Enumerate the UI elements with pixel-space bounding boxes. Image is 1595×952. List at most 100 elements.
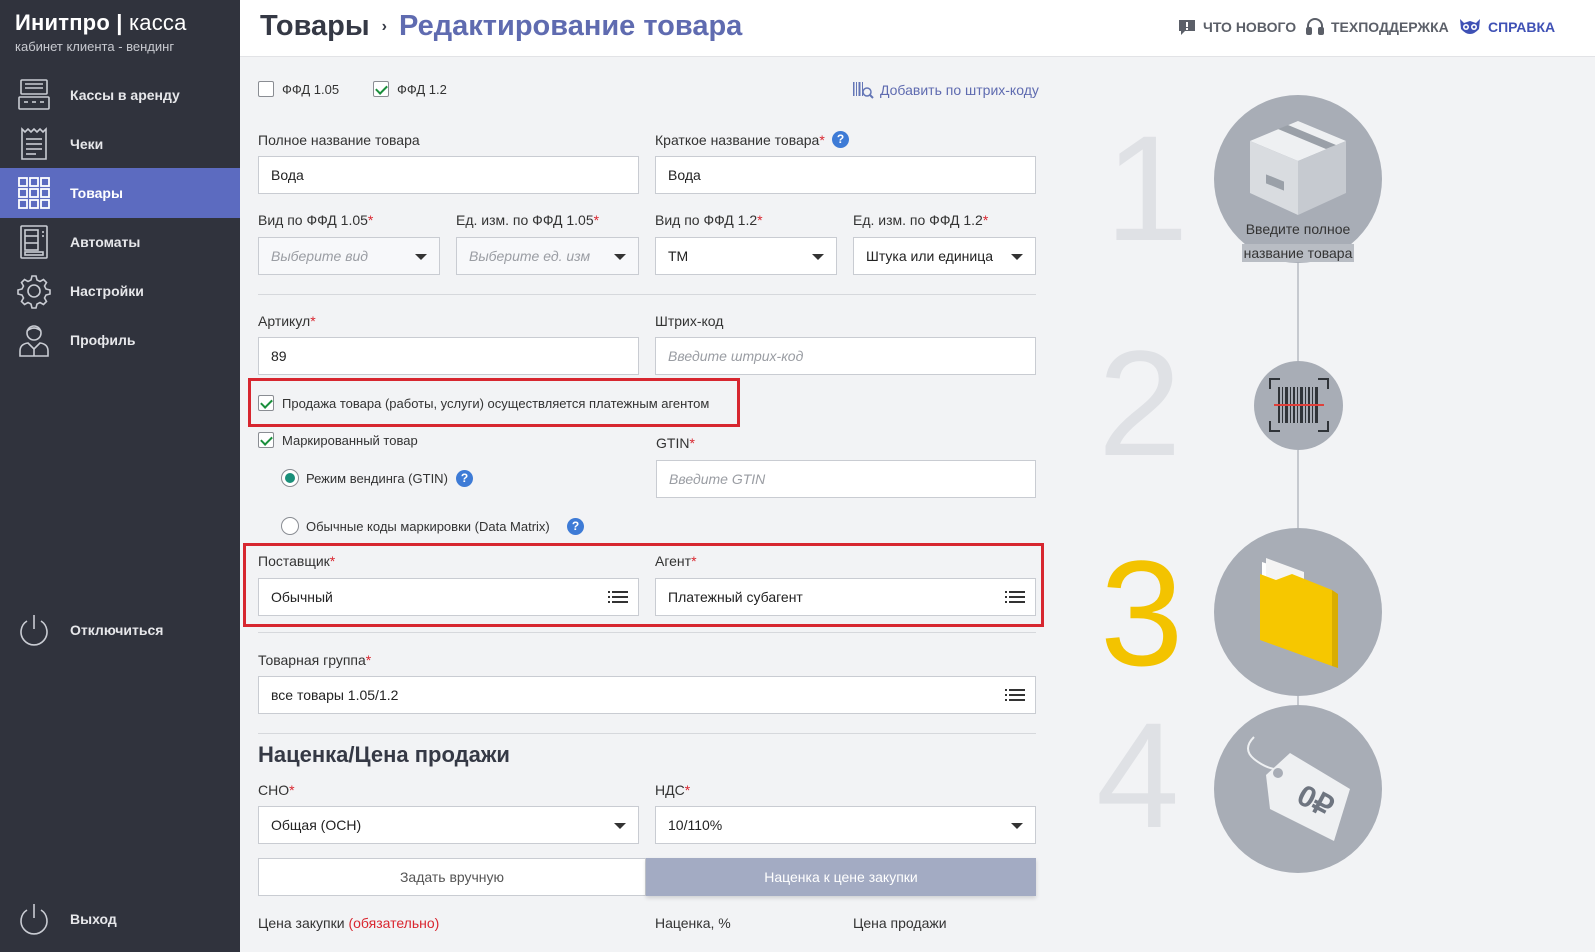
list-icon[interactable]	[1005, 590, 1025, 604]
brand: Инитпро | касса кабинет клиента - вендин…	[15, 10, 187, 54]
agent-label-text: Агент	[655, 553, 692, 569]
brand-logo[interactable]: Инитпро | касса	[15, 10, 187, 36]
required-mark: *	[593, 212, 600, 228]
list-icon[interactable]	[1005, 688, 1025, 702]
kind-105-select[interactable]: Выберите вид	[258, 237, 440, 275]
sidebar-item-label: Кассы в аренду	[70, 87, 180, 103]
sidebar: Инитпро | касса кабинет клиента - вендин…	[0, 0, 240, 952]
step-1-caption-line2: название товара	[1241, 244, 1355, 262]
short-name-help-icon[interactable]: ?	[832, 131, 849, 148]
cash-register-icon	[18, 79, 50, 110]
brand-product: касса	[128, 10, 187, 35]
unit-105-label: Ед. изм. по ФФД 1.05*	[456, 212, 599, 228]
required-mark: *	[365, 652, 372, 668]
breadcrumb-separator: ›	[381, 18, 387, 35]
nds-label: НДС*	[655, 782, 690, 798]
breadcrumb: Товары › Редактирование товара	[260, 10, 742, 43]
support-link[interactable]: ТЕХПОДДЕРЖКА	[1305, 17, 1449, 37]
chevron-down-icon	[1011, 823, 1023, 829]
nds-label-text: НДС	[655, 782, 685, 798]
brand-name: Инитпро	[15, 10, 110, 35]
vending-mode-radio[interactable]	[281, 469, 299, 487]
required-mark: *	[819, 132, 825, 148]
datamatrix-help-icon[interactable]: ?	[567, 518, 584, 535]
vending-machine-icon	[20, 225, 48, 259]
app-root: Инитпро | касса кабинет клиента - вендин…	[0, 0, 1595, 952]
sno-select[interactable]: Общая (ОСН)	[258, 806, 639, 844]
sidebar-item-machines[interactable]: Автоматы	[0, 217, 240, 267]
list-icon[interactable]	[608, 590, 628, 604]
chevron-down-icon	[1011, 254, 1023, 260]
article-label: Артикул*	[258, 313, 316, 329]
step-1-caption-line1: Введите полное	[1245, 221, 1351, 237]
barcode-icon	[1269, 378, 1329, 432]
required-mark: *	[982, 212, 989, 228]
user-icon	[19, 325, 49, 357]
set-manual-button[interactable]: Задать вручную	[258, 858, 646, 896]
add-by-barcode-label: Добавить по штрих-коду	[880, 82, 1039, 98]
ffd-105-checkbox[interactable]	[258, 81, 274, 97]
divider	[258, 733, 1036, 734]
supplier-value: Обычный	[271, 589, 333, 605]
gtin-input[interactable]: Введите GTIN	[656, 460, 1036, 498]
price-tag-icon: 0₽	[1247, 736, 1350, 841]
step-1-caption: Введите полное название товара	[1214, 217, 1382, 265]
vending-mode-help-icon[interactable]: ?	[456, 470, 473, 487]
help-label: СПРАВКА	[1488, 19, 1556, 35]
nds-value: 10/110%	[668, 817, 723, 833]
kind-12-value: ТМ	[668, 248, 689, 264]
article-input[interactable]: 89	[258, 337, 639, 375]
sidebar-item-settings[interactable]: Настройки	[0, 266, 240, 316]
sno-value: Общая (ОСН)	[271, 817, 362, 833]
supplier-select[interactable]: Обычный	[258, 578, 639, 616]
markup-to-purchase-button[interactable]: Наценка к цене закупки	[646, 858, 1036, 896]
pricing-section-title: Наценка/Цена продажи	[258, 742, 510, 767]
logout-button[interactable]: Выход	[0, 894, 240, 944]
unit-12-value: Штука или единица	[866, 248, 994, 264]
agent-select[interactable]: Платежный субагент	[655, 578, 1036, 616]
kind-12-select[interactable]: ТМ	[655, 237, 837, 275]
add-by-barcode-link[interactable]: Добавить по штрих-коду	[852, 80, 1039, 100]
whats-new-link[interactable]: ЧТО НОВОГО	[1177, 17, 1296, 37]
barcode-input[interactable]: Введите штрих-код	[655, 337, 1036, 375]
required-mark: *	[367, 212, 374, 228]
sidebar-item-label: Чеки	[70, 136, 104, 152]
required-mark: *	[310, 313, 316, 329]
unit-105-select[interactable]: Выберите ед. изм	[456, 237, 639, 275]
support-label: ТЕХПОДДЕРЖКА	[1331, 19, 1449, 35]
step-number-2: 2	[1098, 319, 1182, 487]
full-name-input[interactable]: Вода	[258, 156, 639, 194]
purchase-price-label-text: Цена закупки	[258, 915, 345, 931]
ffd-12-label: ФФД 1.2	[397, 82, 447, 97]
chevron-down-icon	[812, 254, 824, 260]
product-group-select[interactable]: все товары 1.05/1.2	[258, 676, 1036, 714]
ffd-12-checkbox[interactable]	[373, 81, 389, 97]
sidebar-item-profile[interactable]: Профиль	[0, 315, 240, 365]
agent-sale-checkbox[interactable]	[258, 395, 274, 411]
required-mark: *	[684, 782, 691, 798]
short-name-label-text: Краткое название товара	[655, 132, 820, 148]
datamatrix-radio[interactable]	[281, 517, 299, 535]
disconnect-button[interactable]: Отключиться	[0, 605, 240, 655]
gear-icon	[17, 275, 51, 309]
brand-separator: |	[116, 10, 123, 35]
sidebar-item-receipts[interactable]: Чеки	[0, 119, 240, 169]
chevron-down-icon	[614, 823, 626, 829]
sidebar-item-cash-rent[interactable]: Кассы в аренду	[0, 70, 240, 120]
barcode-scan-icon	[853, 82, 874, 99]
nds-select[interactable]: 10/110%	[655, 806, 1036, 844]
marked-goods-checkbox[interactable]	[258, 432, 274, 448]
help-link[interactable]: СПРАВКА	[1458, 17, 1555, 37]
markup-percent-label: Наценка, %	[655, 915, 731, 931]
step-2-circle	[1254, 361, 1343, 450]
step-number-3: 3	[1100, 529, 1184, 697]
supplier-label: Поставщик*	[258, 553, 335, 569]
short-name-input[interactable]: Вода	[655, 156, 1036, 194]
sidebar-item-products[interactable]: Товары	[0, 168, 240, 218]
breadcrumb-root[interactable]: Товары	[260, 10, 370, 42]
kind-12-label: Вид по ФФД 1.2*	[655, 212, 763, 228]
agent-sale-label: Продажа товара (работы, услуги) осуществ…	[282, 396, 710, 411]
sno-label-text: СНО	[258, 782, 290, 798]
article-label-text: Артикул	[258, 313, 311, 329]
unit-12-select[interactable]: Штука или единица	[853, 237, 1036, 275]
